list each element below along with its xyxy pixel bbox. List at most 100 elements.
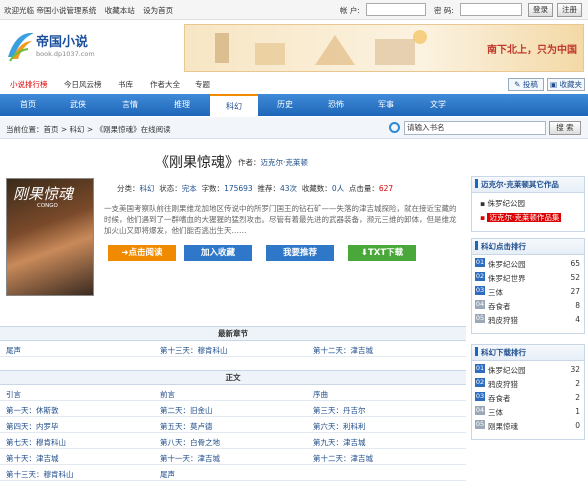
- rank-count: 0: [575, 421, 580, 430]
- header-banner[interactable]: 南下北上，只为中国: [184, 24, 584, 72]
- author-link[interactable]: 迈克尔·克莱顿: [261, 158, 308, 167]
- chapter-link[interactable]: 尾声: [160, 469, 175, 480]
- rank-row[interactable]: 03 三体 27: [472, 285, 584, 299]
- submit-manuscript-button[interactable]: ✎ 投稿: [508, 78, 544, 91]
- password-input[interactable]: [460, 3, 522, 16]
- chapter-link[interactable]: 第八天：白骨之地: [160, 437, 220, 448]
- download-rank-title: 科幻下载排行: [472, 345, 584, 361]
- rank-book-link[interactable]: 侏罗纪公园: [488, 259, 526, 270]
- subnav-rankings[interactable]: 小说排行榜: [10, 79, 48, 90]
- list-item[interactable]: ▪ 侏罗纪公园: [480, 197, 576, 211]
- category-link[interactable]: 科幻: [140, 184, 155, 193]
- book-title: 《刚果惊魂》: [155, 155, 239, 171]
- logo-swoosh-icon: [8, 32, 34, 62]
- chapter-link[interactable]: 引言: [6, 389, 21, 400]
- welcome-link[interactable]: 欢迎光临 帝国小说管理系统: [4, 6, 96, 15]
- site-logo[interactable]: 帝国小说 book.dp1037.com: [6, 25, 116, 65]
- rank-number: 03: [475, 286, 485, 295]
- chapter-link[interactable]: 第十三天：穆肯科山: [6, 469, 74, 480]
- rank-book-link[interactable]: 吞食者: [488, 301, 511, 312]
- rank-row[interactable]: 01 侏罗纪公园 32: [472, 363, 584, 377]
- breadcrumb[interactable]: 当前位置：首页 > 科幻 > 《刚果惊魂》在线阅读: [6, 124, 171, 135]
- rank-book-link[interactable]: 侏罗纪世界: [488, 273, 526, 284]
- rank-book-link[interactable]: 鸦皮狩猎: [488, 315, 518, 326]
- nav-scifi[interactable]: 科幻: [210, 94, 258, 116]
- chapter-link[interactable]: 第十二天：津吉城: [313, 345, 373, 356]
- rank-row[interactable]: 04 吞食者 8: [472, 299, 584, 313]
- favorites-button[interactable]: ▣ 收藏夹: [547, 78, 585, 91]
- rank-count: 2: [575, 379, 580, 388]
- search-input[interactable]: 请输入书名: [404, 121, 546, 135]
- account-input[interactable]: [366, 3, 426, 16]
- add-favorite-button[interactable]: 加入收藏: [184, 245, 252, 261]
- rank-book-link[interactable]: 三体: [488, 407, 503, 418]
- subnav-topics[interactable]: 专题: [195, 79, 210, 90]
- rank-row[interactable]: 03 吞食者 2: [472, 391, 584, 405]
- favorites-label: 收藏夹: [559, 80, 582, 89]
- rank-book-link[interactable]: 三体: [488, 287, 503, 298]
- rank-book-link[interactable]: 吞食者: [488, 393, 511, 404]
- search-button[interactable]: 搜 索: [549, 121, 581, 135]
- nav-romance[interactable]: 言情: [110, 99, 150, 110]
- nav-mystery[interactable]: 推理: [162, 99, 202, 110]
- subnav-library[interactable]: 书库: [118, 79, 133, 90]
- chapter-link[interactable]: 第五天：莫卢德: [160, 421, 213, 432]
- list-item[interactable]: ▪ 迈克尔·克莱顿作品集: [480, 211, 576, 225]
- cover-subtitle: CONGO: [37, 203, 58, 209]
- nav-wuxia[interactable]: 武侠: [58, 99, 98, 110]
- chapter-link[interactable]: 前言: [160, 389, 175, 400]
- rank-row[interactable]: 02 侏罗纪世界 52: [472, 271, 584, 285]
- rank-book-link[interactable]: 侏罗纪公园: [488, 365, 526, 376]
- rank-count: 4: [575, 315, 580, 324]
- chapter-link[interactable]: 序曲: [313, 389, 328, 400]
- chapter-link[interactable]: 第三天：丹吉尔: [313, 405, 366, 416]
- download-icon: ⬇: [360, 248, 368, 258]
- nav-horror[interactable]: 恐怖: [316, 99, 356, 110]
- nav-military[interactable]: 军事: [366, 99, 406, 110]
- nav-history[interactable]: 历史: [265, 99, 305, 110]
- nav-literature[interactable]: 文学: [418, 99, 458, 110]
- chapter-link[interactable]: 第九天：津吉城: [313, 437, 366, 448]
- work-link[interactable]: 迈克尔·克莱顿作品集: [487, 213, 562, 222]
- rank-row[interactable]: 01 侏罗纪公园 65: [472, 257, 584, 271]
- login-button[interactable]: 登录: [528, 3, 553, 17]
- read-button[interactable]: ➜点击阅读: [108, 245, 176, 261]
- chapter-link[interactable]: 第一天：休斯敦: [6, 405, 59, 416]
- arrow-icon: ➜: [121, 248, 129, 258]
- rank-book-link[interactable]: 鸦皮狩猎: [488, 379, 518, 390]
- chapter-link[interactable]: 第十三天：穆肯科山: [160, 345, 228, 356]
- register-button[interactable]: 注册: [557, 3, 582, 17]
- chapter-link[interactable]: 第十二天：津吉城: [313, 453, 373, 464]
- recommend-button[interactable]: 我要推荐: [266, 245, 334, 261]
- txt-download-button[interactable]: ⬇TXT下载: [348, 245, 416, 261]
- title-bar-icon: [475, 241, 478, 250]
- author-works-box: 迈克尔·克莱顿其它作品 ▪ 侏罗纪公园 ▪ 迈克尔·克莱顿作品集: [471, 176, 585, 232]
- rank-number: 05: [475, 420, 485, 429]
- rank-row[interactable]: 05 刚果惊魂 0: [472, 419, 584, 433]
- author-works-title-text: 迈克尔·克莱顿其它作品: [481, 180, 559, 189]
- subnav-today-rank[interactable]: 今日风云榜: [64, 79, 102, 90]
- book-description: 一支美国考察队前往刚果维龙加地区传说中的所罗门国王的钻石矿——失落的津吉城探险，…: [104, 204, 457, 235]
- set-homepage-link[interactable]: 设为首页: [143, 6, 173, 15]
- nav-home[interactable]: 首页: [8, 99, 48, 110]
- rank-book-link[interactable]: 刚果惊魂: [488, 421, 518, 432]
- rank-count: 32: [570, 365, 580, 374]
- rank-row[interactable]: 02 鸦皮狩猎 2: [472, 377, 584, 391]
- chapter-link[interactable]: 尾声: [6, 345, 21, 356]
- chapter-link[interactable]: 第十一天：津吉城: [160, 453, 220, 464]
- work-link[interactable]: 侏罗纪公园: [487, 199, 525, 208]
- rank-row[interactable]: 04 三体 1: [472, 405, 584, 419]
- cover-title: 刚果惊魂: [13, 185, 74, 203]
- book-cover[interactable]: 刚果惊魂 CONGO: [6, 178, 94, 296]
- click-rank-box: 科幻点击排行 01 侏罗纪公园 65 02 侏罗纪世界 52 03 三体 27 04 吞食者 8 05 鸦…: [471, 238, 585, 334]
- table-row: 尾声 第十三天：穆肯科山 第十二天：津吉城: [0, 341, 466, 357]
- bookmark-link[interactable]: 收藏本站: [105, 6, 135, 15]
- chapter-link[interactable]: 第六天：利科利: [313, 421, 366, 432]
- rank-row[interactable]: 05 鸦皮狩猎 4: [472, 313, 584, 327]
- chapter-link[interactable]: 第十天：津吉城: [6, 453, 59, 464]
- chapter-link[interactable]: 第二天：旧金山: [160, 405, 213, 416]
- chapter-link[interactable]: 第七天：穆肯科山: [6, 437, 66, 448]
- subnav-authors[interactable]: 作者大全: [150, 79, 180, 90]
- chapter-link[interactable]: 第四天：内罗毕: [6, 421, 59, 432]
- clicks-value: 627: [378, 184, 394, 193]
